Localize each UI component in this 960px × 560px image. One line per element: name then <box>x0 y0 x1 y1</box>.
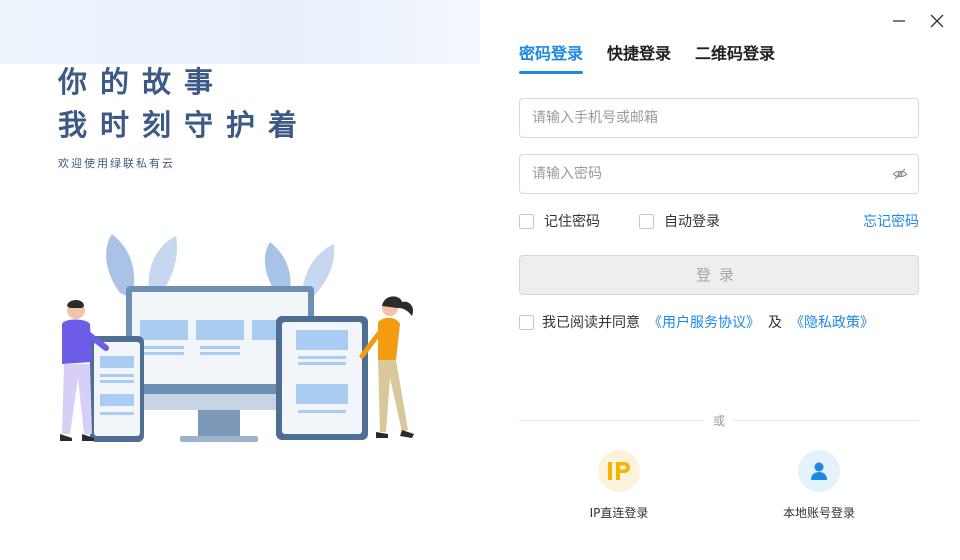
hero-line-1: 你的故事 <box>58 65 227 99</box>
auto-login-checkbox[interactable] <box>639 213 654 229</box>
hero-slogan: 你的故事 我时刻守护着 欢迎使用绿联私有云 <box>58 60 310 171</box>
ip-icon <box>598 450 640 492</box>
ip-direct-login-button[interactable]: IP直连登录 <box>574 450 664 521</box>
local-account-login-button[interactable]: 本地账号登录 <box>774 450 864 521</box>
hero-subtitle: 欢迎使用绿联私有云 <box>58 157 175 170</box>
login-tabs: 密码登录 快捷登录 二维码登录 <box>519 40 775 74</box>
agreement-checkbox[interactable] <box>519 314 534 330</box>
account-input[interactable] <box>520 99 918 137</box>
password-input[interactable] <box>520 155 918 193</box>
minimize-button[interactable] <box>888 10 910 32</box>
divider-label: 或 <box>704 412 734 429</box>
privacy-policy-link[interactable]: 《隐私政策》 <box>790 312 874 332</box>
agreement-prefix: 我已阅读并同意 <box>542 315 640 331</box>
eye-hidden-icon[interactable] <box>892 166 908 182</box>
tab-qrcode-login[interactable]: 二维码登录 <box>695 40 775 72</box>
tab-quick-login[interactable]: 快捷登录 <box>607 40 671 72</box>
user-icon <box>798 450 840 492</box>
auto-login-option[interactable]: 自动登录 <box>639 211 720 231</box>
hero-illustration <box>60 234 414 442</box>
password-field <box>519 154 919 194</box>
hero-line-2: 我时刻守护着 <box>58 108 311 142</box>
hero-panel: 你的故事 我时刻守护着 欢迎使用绿联私有云 <box>0 0 480 560</box>
ip-direct-login-label: IP直连登录 <box>589 506 649 520</box>
remember-password-label: 记住密码 <box>544 214 600 230</box>
minimize-icon <box>893 20 905 22</box>
close-icon <box>930 14 944 28</box>
tab-password-login[interactable]: 密码登录 <box>519 40 584 74</box>
remember-password-option[interactable]: 记住密码 <box>519 211 600 231</box>
agreement-row: 我已阅读并同意 《用户服务协议》 及 《隐私政策》 <box>519 312 874 332</box>
login-window: 你的故事 我时刻守护着 欢迎使用绿联私有云 密码登录 快捷登录 二维码登录 请输… <box>0 0 960 560</box>
login-panel: 密码登录 快捷登录 二维码登录 记住密码 自动登录 忘记密码 登录 <box>480 0 960 560</box>
agreement-and: 及 <box>768 315 782 331</box>
local-account-login-label: 本地账号登录 <box>782 506 855 520</box>
account-field <box>519 98 919 138</box>
close-button[interactable] <box>926 10 948 32</box>
login-button[interactable]: 登录 <box>519 255 919 295</box>
terms-of-service-link[interactable]: 《用户服务协议》 <box>648 312 760 332</box>
hero-header-band <box>0 0 480 64</box>
auto-login-label: 自动登录 <box>664 214 720 230</box>
remember-password-checkbox[interactable] <box>519 213 534 229</box>
forgot-password-link[interactable]: 忘记密码 <box>863 211 919 231</box>
